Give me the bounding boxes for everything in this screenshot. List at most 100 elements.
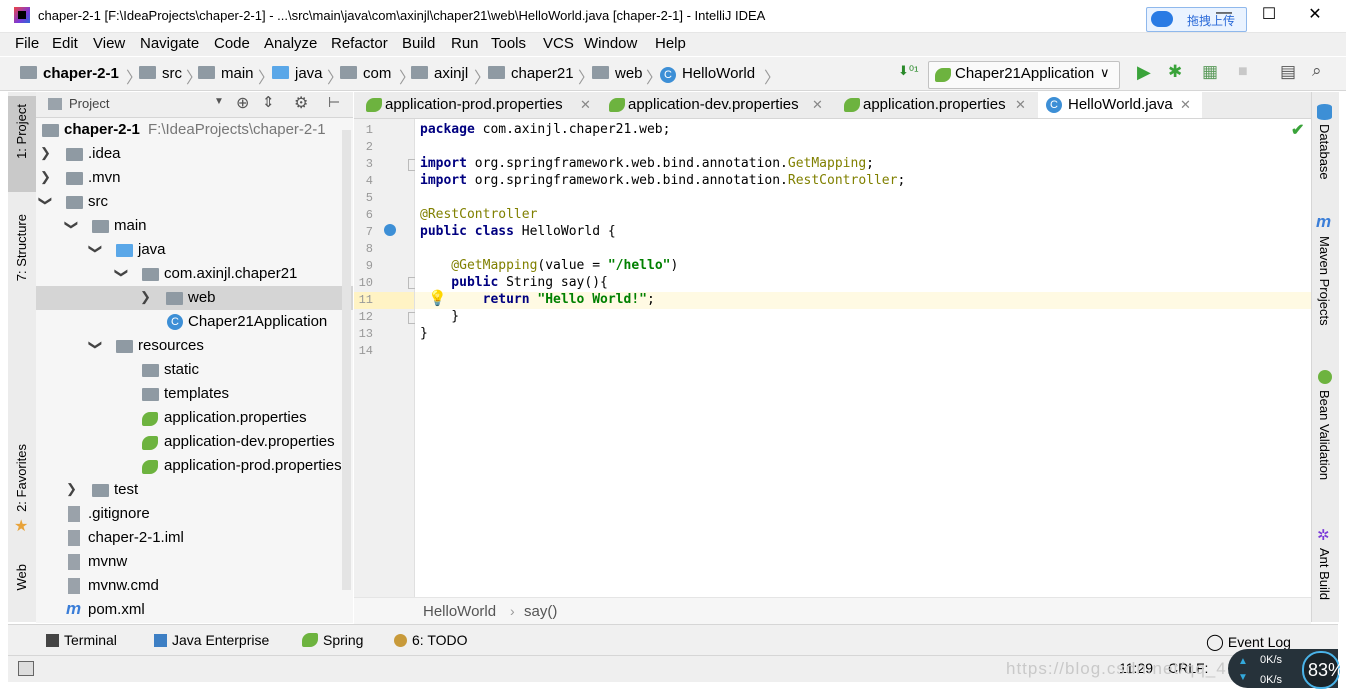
chevron-down-icon[interactable]: ❯ [37, 196, 53, 207]
tool-tab-bean-validation[interactable]: Bean Validation [1317, 390, 1332, 480]
tab-application-properties[interactable]: application.properties ✕ [836, 92, 1032, 118]
menu-vcs[interactable]: VCS [543, 35, 574, 52]
network-speed-widget[interactable]: ▲ 0K/s ▼ 0K/s 83% [1228, 649, 1344, 689]
tree-item-idea[interactable]: ❯ .idea [36, 142, 353, 166]
menu-build[interactable]: Build [402, 35, 435, 52]
menu-navigate[interactable]: Navigate [140, 35, 199, 52]
menu-refactor[interactable]: Refactor [331, 35, 388, 52]
locate-icon[interactable]: ⊕ [236, 93, 249, 113]
hide-panel-icon[interactable]: ⊢ [328, 94, 340, 111]
crumb-axinjl[interactable]: axinjl [411, 65, 468, 82]
tree-item-templates[interactable]: templates [36, 382, 353, 406]
tool-windows-toggle-icon[interactable] [18, 661, 34, 676]
minimize-button[interactable]: — [1209, 4, 1239, 22]
crumb-java[interactable]: java [272, 65, 323, 82]
close-icon[interactable]: ✕ [812, 97, 823, 113]
fold-marker-icon[interactable] [408, 159, 415, 171]
dropdown-arrow-icon[interactable]: ▼ [214, 96, 224, 107]
menu-help[interactable]: Help [655, 35, 686, 52]
crumb-chaper21[interactable]: chaper21 [488, 65, 574, 82]
tree-item-java[interactable]: ❯ java [36, 238, 353, 262]
fold-marker-icon[interactable] [408, 277, 415, 289]
crumb-src[interactable]: src [139, 65, 182, 82]
tool-tab-project[interactable]: 1: Project [14, 104, 29, 159]
tool-tab-terminal[interactable]: Terminal [46, 632, 117, 648]
tree-item-static[interactable]: static [36, 358, 353, 382]
tab-application-dev-properties[interactable]: application-dev.properties ✕ [601, 92, 831, 118]
tree-item-test[interactable]: ❯ test [36, 478, 353, 502]
tree-root[interactable]: chaper-2-1 F:\IdeaProjects\chaper-2-1 [36, 118, 353, 142]
run-icon[interactable]: ▶ [1137, 62, 1151, 83]
chevron-right-icon[interactable]: ❯ [66, 481, 77, 497]
search-icon[interactable]: ⌕ [1312, 61, 1322, 81]
menu-code[interactable]: Code [214, 35, 250, 52]
debug-icon[interactable]: ✱ [1168, 62, 1182, 82]
menu-file[interactable]: File [15, 35, 39, 52]
tree-item-mvnw-cmd[interactable]: mvnw.cmd [36, 574, 353, 598]
fold-marker-icon[interactable] [408, 312, 415, 324]
build-binary-icon[interactable]: ⬇⁰¹ [898, 63, 918, 79]
coverage-icon[interactable]: ▦ [1202, 62, 1218, 82]
editor-crumb-class[interactable]: HelloWorld [423, 603, 496, 620]
tree-item-iml[interactable]: chaper-2-1.iml [36, 526, 353, 550]
menu-window[interactable]: Window [584, 35, 637, 52]
project-structure-icon[interactable]: ▤ [1280, 62, 1296, 82]
project-tree-scrollbar[interactable] [342, 130, 351, 590]
menu-view[interactable]: View [93, 35, 125, 52]
tool-tab-spring[interactable]: Spring [302, 632, 363, 648]
stop-icon[interactable]: ■ [1238, 63, 1248, 81]
chevron-down-icon[interactable]: ❯ [113, 268, 129, 279]
tool-tab-java-enterprise[interactable]: Java Enterprise [154, 632, 269, 648]
crumb-web[interactable]: web [592, 65, 643, 82]
tree-item-pom[interactable]: m pom.xml [36, 598, 353, 622]
tool-tab-favorites[interactable]: 2: Favorites [14, 444, 29, 512]
close-icon[interactable]: ✕ [580, 97, 591, 113]
crumb-helloworld[interactable]: C HelloWorld [660, 65, 755, 83]
close-icon[interactable]: ✕ [1015, 97, 1026, 113]
chevron-right-icon[interactable]: ❯ [40, 169, 51, 185]
tab-application-prod-properties[interactable]: application-prod.properties ✕ [358, 92, 596, 118]
maximize-button[interactable]: ☐ [1254, 4, 1284, 24]
chevron-right-icon[interactable]: ❯ [140, 289, 151, 305]
tree-item-application-properties[interactable]: application.properties [36, 406, 353, 430]
tree-item-application-dev-properties[interactable]: application-dev.properties [36, 430, 353, 454]
tree-item-resources[interactable]: ❯ resources [36, 334, 353, 358]
crumb-main[interactable]: main [198, 65, 254, 82]
tree-item-application-class[interactable]: C Chaper21Application [36, 310, 353, 334]
menu-edit[interactable]: Edit [52, 35, 78, 52]
tree-item-gitignore[interactable]: .gitignore [36, 502, 353, 526]
tree-item-package[interactable]: ❯ com.axinjl.chaper21 [36, 262, 353, 286]
tree-item-web[interactable]: ❯ web [36, 286, 353, 310]
close-icon[interactable]: ✕ [1180, 97, 1191, 113]
tool-tab-structure[interactable]: 7: Structure [14, 214, 29, 281]
crumb-com[interactable]: com [340, 65, 391, 82]
collapse-all-icon[interactable]: ⇕ [262, 93, 275, 111]
close-button[interactable]: ✕ [1300, 4, 1330, 24]
gear-icon[interactable]: ⚙ [294, 93, 308, 113]
tree-item-application-prod-properties[interactable]: application-prod.properties [36, 454, 353, 478]
editor-crumb-method[interactable]: say() [524, 603, 557, 620]
tool-tab-maven[interactable]: Maven Projects [1317, 236, 1332, 326]
tree-item-main[interactable]: ❯ main [36, 214, 353, 238]
chevron-down-icon[interactable]: ❯ [63, 220, 79, 231]
tab-helloworld-java[interactable]: C HelloWorld.java ✕ [1038, 92, 1202, 118]
chevron-down-icon[interactable]: ❯ [87, 244, 103, 255]
tree-item-mvnw[interactable]: mvnw [36, 550, 353, 574]
code-editor[interactable]: package com.axinjl.chaper21.web; import … [415, 119, 1316, 597]
tree-item-mvn[interactable]: ❯ .mvn [36, 166, 353, 190]
menu-tools[interactable]: Tools [491, 35, 526, 52]
crumb-project[interactable]: chaper-2-1 [20, 65, 119, 82]
project-panel-title[interactable]: Project [69, 96, 109, 111]
menu-run[interactable]: Run [451, 35, 479, 52]
chevron-down-icon[interactable]: ❯ [87, 340, 103, 351]
lightbulb-icon[interactable]: 💡 [428, 289, 447, 307]
chevron-right-icon[interactable]: ❯ [40, 145, 51, 161]
menu-analyze[interactable]: Analyze [264, 35, 317, 52]
tool-tab-database[interactable]: Database [1317, 124, 1332, 180]
tree-item-src[interactable]: ❯ src [36, 190, 353, 214]
run-configuration-select[interactable]: Chaper21Application ∨ [928, 61, 1120, 89]
tool-tab-todo[interactable]: 6: TODO [394, 632, 468, 648]
tool-tab-ant-build[interactable]: Ant Build [1317, 548, 1332, 600]
tool-tab-web[interactable]: Web [14, 564, 29, 591]
spring-bean-gutter-icon[interactable] [384, 224, 396, 236]
